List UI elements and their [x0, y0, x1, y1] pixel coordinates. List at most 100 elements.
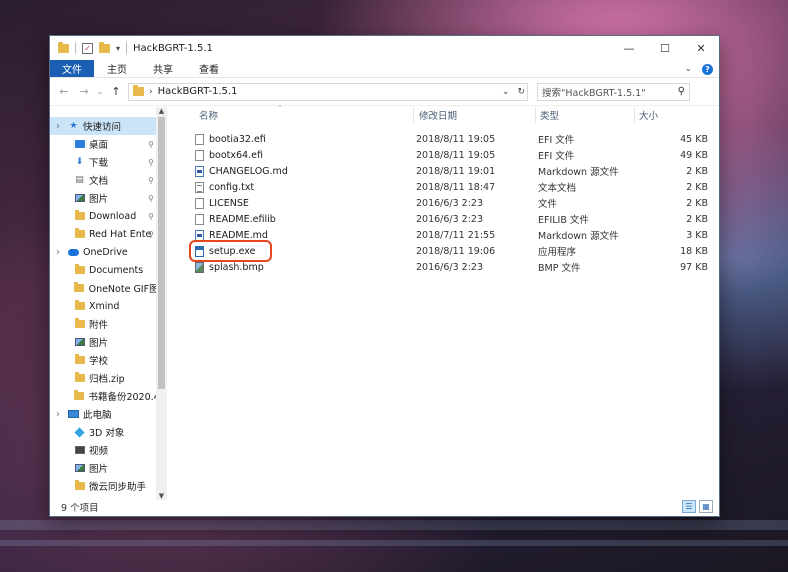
sidebar-item[interactable]: ⬇ 下载 ⚲: [50, 153, 156, 171]
sidebar-item[interactable]: 图片 ⚲: [50, 189, 156, 207]
sidebar-item[interactable]: 3D 对象: [50, 423, 156, 441]
file-name: README.md: [209, 229, 268, 241]
file-row[interactable]: bootia32.efi 2018/8/11 19:05 EFI 文件 45 KB: [173, 131, 713, 147]
close-button[interactable]: ✕: [683, 36, 719, 60]
file-name-cell[interactable]: README.efilib: [195, 211, 276, 227]
pin-icon: ⚲: [148, 193, 154, 203]
zip-icon: [74, 390, 85, 401]
column-divider[interactable]: [413, 107, 414, 123]
nav-scrollbar[interactable]: ▲ ▼: [156, 107, 167, 500]
expand-chevron-icon[interactable]: ›: [56, 409, 60, 420]
refresh-icon[interactable]: ↻: [517, 87, 525, 97]
folder-icon: [74, 210, 85, 221]
sidebar-item[interactable]: Documents: [50, 261, 156, 279]
bmp-file-icon: [195, 261, 204, 273]
properties-icon[interactable]: ✓: [82, 42, 93, 54]
file-name-cell[interactable]: config.txt: [195, 179, 254, 195]
sidebar-item[interactable]: 图片: [50, 333, 156, 351]
address-history-icon[interactable]: ⌄: [502, 87, 510, 97]
documents-icon: ▤: [75, 175, 84, 185]
pin-icon: ⚲: [148, 157, 154, 167]
tab-view[interactable]: 查看: [186, 60, 232, 77]
tab-file[interactable]: 文件: [50, 60, 94, 77]
sidebar-item-label: 图片: [89, 338, 109, 349]
sidebar-item[interactable]: › ★ 快速访问: [50, 117, 156, 135]
file-name-cell[interactable]: bootia32.efi: [195, 131, 266, 147]
sidebar-item[interactable]: Download ⚲: [50, 207, 156, 225]
large-icons-view-icon[interactable]: ▦: [699, 500, 713, 513]
file-row[interactable]: bootx64.efi 2018/8/11 19:05 EFI 文件 49 KB: [173, 147, 713, 163]
column-header-type[interactable]: 类型: [536, 107, 634, 123]
column-header-size[interactable]: 大小: [635, 107, 713, 123]
navigation-pane: ▲ ▼ › ★ 快速访问 桌面 ⚲ ⬇ 下载 ⚲ ▤ 文档 ⚲ 图片 ⚲ Download ⚲ Red Hat…: [50, 107, 167, 500]
file-type: Markdown 源文件: [538, 167, 619, 178]
file-row[interactable]: CHANGELOG.md 2018/8/11 19:01 Markdown 源文件 2…: [173, 163, 713, 179]
file-name-cell[interactable]: LICENSE: [195, 195, 249, 211]
status-bar: 9 个项目 ☰ ▦: [50, 498, 719, 516]
tab-home[interactable]: 主页: [94, 60, 140, 77]
maximize-button[interactable]: ☐: [647, 36, 683, 60]
wallpaper-stripe: [0, 520, 788, 530]
file-type: EFI 文件: [538, 135, 575, 146]
scroll-thumb[interactable]: [158, 117, 165, 389]
address-bar[interactable]: › HackBGRT-1.5.1 ⌄ ↻: [128, 82, 528, 101]
file-name-cell[interactable]: splash.bmp: [195, 259, 264, 275]
sidebar-item[interactable]: OneNote GIF图: [50, 279, 156, 297]
expand-chevron-icon[interactable]: ›: [56, 121, 60, 132]
recent-locations-icon[interactable]: ⌄: [96, 87, 104, 96]
sidebar-item[interactable]: 图片: [50, 459, 156, 477]
file-name: CHANGELOG.md: [209, 165, 288, 177]
breadcrumb-separator-icon[interactable]: ›: [149, 87, 153, 97]
sidebar-item-label: Red Hat Ente: [89, 228, 152, 240]
cloud-icon: [68, 247, 79, 257]
file-icon: [195, 149, 204, 161]
pin-icon: ⚲: [148, 211, 154, 221]
tab-share[interactable]: 共享: [140, 60, 186, 77]
sidebar-item-label: 文档: [89, 176, 109, 187]
file-row[interactable]: config.txt 2018/8/11 18:47 文本文档 2 KB: [173, 179, 713, 195]
expand-ribbon-icon[interactable]: ⌄: [684, 64, 692, 74]
sidebar-item[interactable]: Xmind: [50, 297, 156, 315]
sidebar-item[interactable]: ▤ 文档 ⚲: [50, 171, 156, 189]
sidebar-item[interactable]: 书籍备份2020.4: [50, 387, 156, 405]
search-box[interactable]: 搜索"HackBGRT-1.5.1" ⚲: [537, 82, 690, 101]
sidebar-item[interactable]: 附件: [50, 315, 156, 333]
expand-chevron-icon[interactable]: ›: [56, 247, 60, 258]
file-size: 49 KB: [680, 149, 708, 161]
column-header-date[interactable]: 修改日期: [415, 107, 535, 123]
file-row[interactable]: LICENSE 2016/6/3 2:23 文件 2 KB: [173, 195, 713, 211]
sidebar-item-label: 快速访问: [83, 122, 122, 133]
sidebar-item-label: Xmind: [89, 300, 120, 312]
toolbar-divider: [126, 42, 128, 54]
minimize-button[interactable]: —: [611, 36, 647, 60]
forward-button[interactable]: →: [76, 85, 92, 98]
file-name-cell[interactable]: bootx64.efi: [195, 147, 263, 163]
title-bar: ✓ ▾ HackBGRT-1.5.1 — ☐ ✕: [50, 36, 719, 60]
sidebar-item[interactable]: › OneDrive: [50, 243, 156, 261]
sidebar-item[interactable]: 微云同步助手: [50, 477, 156, 495]
details-view-icon[interactable]: ☰: [682, 500, 696, 513]
sidebar-item[interactable]: 学校: [50, 351, 156, 369]
sidebar-item[interactable]: 视频: [50, 441, 156, 459]
sidebar-item-label: 3D 对象: [89, 428, 125, 439]
up-button[interactable]: ↑: [108, 85, 124, 98]
file-type: 应用程序: [538, 247, 577, 258]
customize-toolbar-icon[interactable]: ▾: [116, 44, 120, 53]
sidebar-item[interactable]: › 此电脑: [50, 405, 156, 423]
computer-icon: [68, 409, 79, 419]
help-icon[interactable]: ?: [702, 63, 713, 75]
file-row[interactable]: splash.bmp 2016/6/3 2:23 BMP 文件 97 KB: [173, 259, 713, 275]
sidebar-item[interactable]: Red Hat Ente ⚲: [50, 225, 156, 243]
new-folder-icon[interactable]: [99, 41, 110, 53]
sidebar-item[interactable]: 归档.zip: [50, 369, 156, 387]
file-icon: [195, 213, 204, 225]
back-button[interactable]: ←: [56, 85, 72, 98]
breadcrumb-current[interactable]: HackBGRT-1.5.1: [158, 86, 238, 97]
file-row[interactable]: README.efilib 2016/6/3 2:23 EFILIB 文件 2 KB: [173, 211, 713, 227]
scroll-up-icon[interactable]: ▲: [156, 107, 167, 115]
column-header-name[interactable]: 名称: [195, 107, 411, 123]
search-icon[interactable]: ⚲: [678, 86, 685, 97]
sidebar-item[interactable]: 桌面 ⚲: [50, 135, 156, 153]
file-icon: [195, 197, 204, 209]
file-name-cell[interactable]: CHANGELOG.md: [195, 163, 288, 179]
